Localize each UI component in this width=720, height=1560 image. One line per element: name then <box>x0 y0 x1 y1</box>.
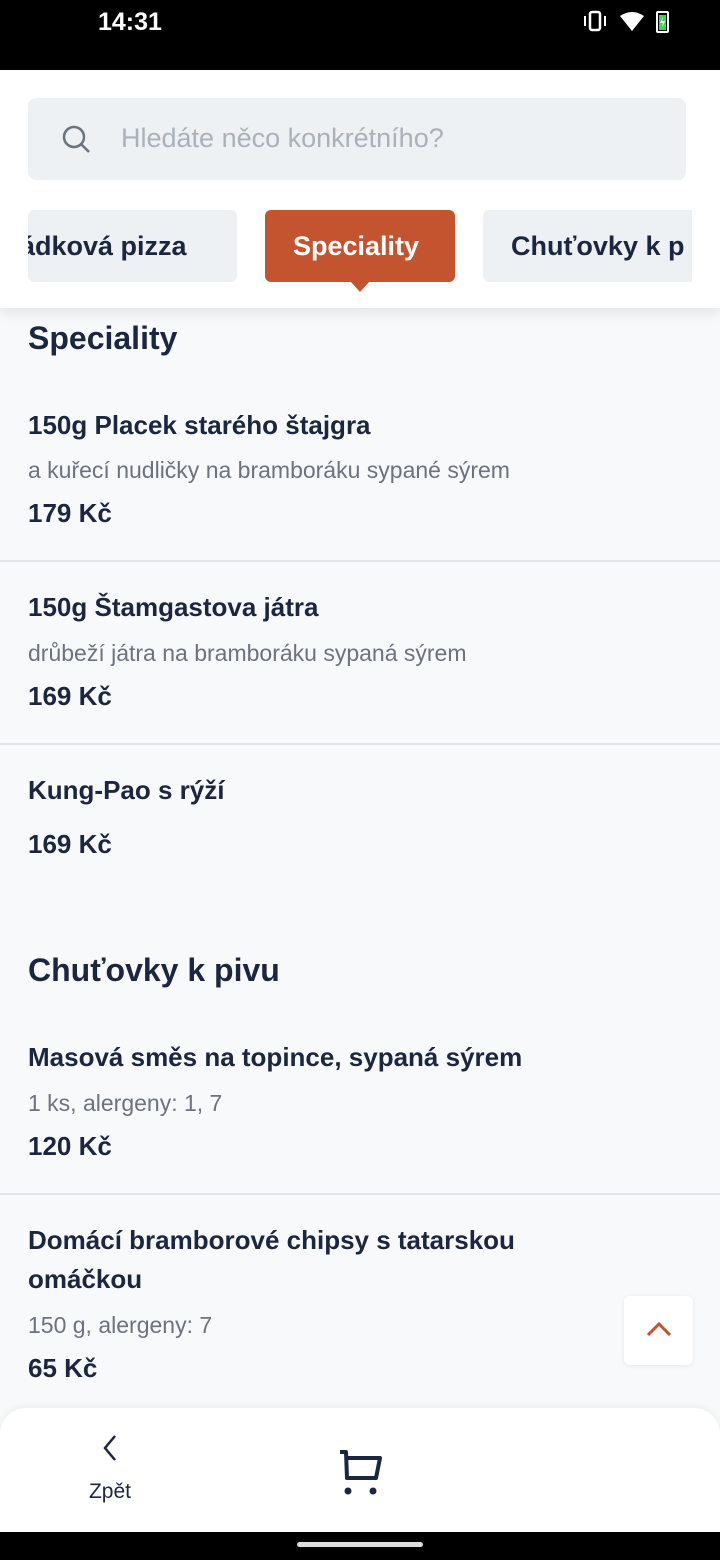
item-name: Kung-Pao s rýží <box>28 775 225 805</box>
item-description: 1 ks, alergeny: 1, 7 <box>28 1090 223 1116</box>
category-tabs: ádková pizza Speciality Chuťovky k p <box>28 210 692 300</box>
search-placeholder: Hledáte něco konkrétního? <box>121 123 444 153</box>
section-title: Speciality <box>28 320 178 356</box>
divider <box>0 1193 720 1195</box>
tab-speciality[interactable]: Speciality <box>265 210 455 292</box>
tab-chutovky[interactable]: Chuťovky k p <box>483 210 692 282</box>
item-price: 169 Kč <box>28 681 112 711</box>
search-input[interactable]: Hledáte něco konkrétního? <box>28 98 686 180</box>
cart-icon[interactable] <box>336 1448 386 1498</box>
bottom-nav: Zpět <box>0 1408 720 1532</box>
section-title: Chuťovky k pivu <box>28 952 280 988</box>
status-time: 14:31 <box>98 8 162 36</box>
home-indicator[interactable] <box>297 1542 423 1547</box>
item-name: 150g Placek starého štajgra <box>28 410 371 440</box>
battery-charging-icon <box>656 11 669 33</box>
status-icons <box>584 10 669 33</box>
wifi-icon <box>620 12 644 31</box>
item-name: Domácí bramborové chipsy s tatarskou omá… <box>28 1225 515 1294</box>
vibrate-icon <box>584 10 606 32</box>
tab-pizza[interactable]: ádková pizza <box>28 210 237 282</box>
back-label: Zpět <box>88 1480 132 1503</box>
item-price: 169 Kč <box>28 829 112 859</box>
item-name: Masová směs na topince, sypaná sýrem <box>28 1042 523 1072</box>
divider <box>0 743 720 745</box>
item-name: 150g Štamgastova játra <box>28 592 319 622</box>
item-price: 179 Kč <box>28 498 112 528</box>
item-price: 65 Kč <box>28 1353 98 1383</box>
scroll-to-top-button[interactable] <box>624 1296 693 1365</box>
back-button[interactable]: Zpět <box>70 1428 150 1508</box>
item-description: a kuřecí nudličky na bramboráku sypané s… <box>28 457 510 483</box>
chevron-left-icon <box>103 1435 116 1461</box>
search-icon <box>62 125 90 153</box>
system-nav-bar <box>0 1532 720 1560</box>
chevron-up-icon <box>646 1321 672 1337</box>
item-description: 150 g, alergeny: 7 <box>28 1312 213 1338</box>
status-bar: 14:31 <box>0 0 720 70</box>
item-description: drůbeží játra na bramboráku sypaná sýrem <box>28 640 467 666</box>
divider <box>0 560 720 562</box>
header: Hledáte něco konkrétního? ádková pizza S… <box>0 70 720 308</box>
item-price: 120 Kč <box>28 1131 112 1161</box>
